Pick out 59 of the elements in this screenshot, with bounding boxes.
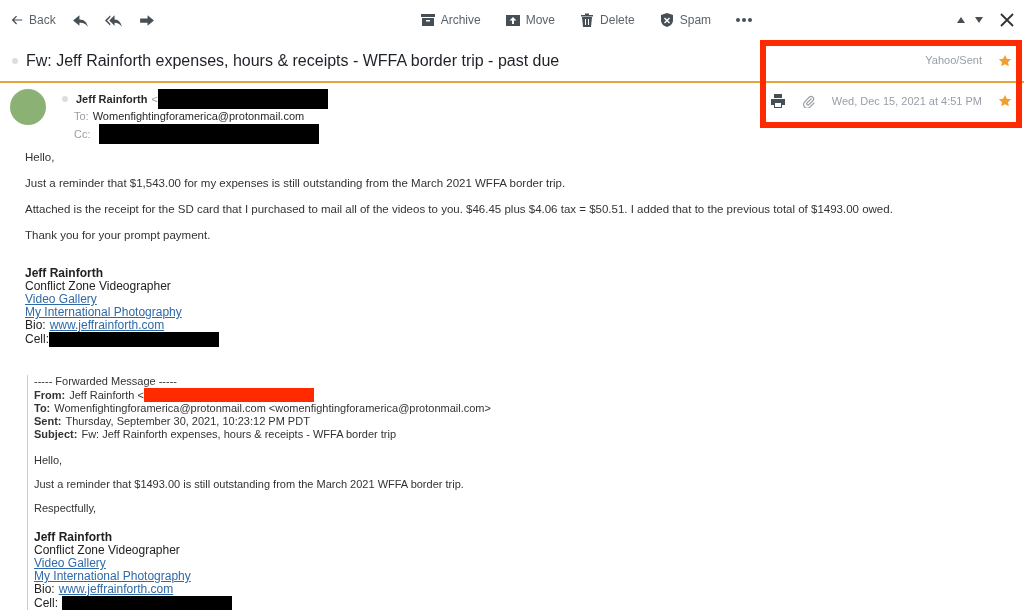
unread-dot[interactable]: [12, 57, 18, 64]
bio-label: Bio:: [34, 582, 55, 596]
shield-icon: [658, 12, 675, 28]
signature-link[interactable]: Video Gallery: [25, 292, 97, 306]
up-caret-icon[interactable]: [956, 16, 966, 24]
header-value: Fw: Jeff Rainforth expenses, hours & receipts - WFFA border trip: [81, 428, 397, 441]
header-label: From:: [34, 388, 66, 402]
status-dot: [62, 96, 68, 102]
body-paragraph: Thank you for your prompt payment.: [25, 228, 212, 243]
signature-title: Conflict Zone Videographer: [25, 280, 172, 293]
body-paragraph: Just a reminder that $1493.00 is still outstanding from the March 2021 WFFA border trip.: [34, 477, 465, 491]
signature-link[interactable]: My International Photography: [34, 569, 191, 583]
signature-name: Jeff Rainforth: [25, 267, 104, 280]
signature-name: Jeff Rainforth: [34, 531, 113, 544]
more-icon[interactable]: [735, 17, 754, 23]
star-icon[interactable]: [998, 53, 1012, 68]
signature-title: Conflict Zone Videographer: [34, 544, 181, 557]
close-icon[interactable]: [1000, 13, 1014, 27]
avatar: [10, 89, 46, 125]
body-paragraph: Hello,: [25, 150, 56, 165]
recipient-address: Womenfightingforamerica@protonmail.com: [92, 110, 305, 122]
back-arrow-icon: [10, 13, 24, 27]
angle-bracket: <: [151, 91, 158, 107]
to-label: To:: [74, 110, 89, 122]
upload-box-icon: [504, 12, 521, 28]
header-label: Sent:: [34, 415, 62, 428]
header-label: To:: [34, 402, 51, 415]
header-label: Subject:: [34, 428, 78, 441]
email-subject: Fw: Jeff Rainforth expenses, hours & receipts - WFFA border trip - past due: [26, 50, 560, 71]
header-value: Womenfightingforamerica@protonmail.com <womenfightingforamerica@protonmail.com>: [54, 402, 491, 415]
header-value: Jeff Rainforth <: [69, 388, 144, 402]
message-date: Wed, Dec 15, 2021 at 4:51 PM: [831, 94, 982, 109]
paperclip-icon[interactable]: [801, 94, 816, 109]
cell-label: Cell:: [34, 597, 58, 610]
delete-button[interactable]: Delete: [579, 11, 635, 29]
body-paragraph: Just a reminder that $1,543.00 for my expenses is still outstanding from the March 2021 WFFA border trip.: [25, 176, 567, 191]
header-value: Thursday, September 30, 2021, 10:23:12 PM PDT: [65, 415, 310, 428]
printer-icon: [769, 93, 786, 110]
archive-button[interactable]: Archive: [419, 11, 481, 29]
signature-link[interactable]: My International Photography: [25, 305, 182, 319]
body-paragraph: Respectfully,: [34, 501, 98, 515]
star-icon[interactable]: [998, 94, 1012, 109]
trash-icon: [579, 12, 596, 28]
cell-label: Cell:: [25, 333, 49, 346]
back-button[interactable]: Back: [10, 11, 56, 29]
down-caret-icon[interactable]: [974, 16, 984, 24]
folder-label: Yahoo/Sent: [925, 53, 982, 69]
forwarded-header: ----- Forwarded Message -----: [34, 375, 178, 388]
bio-label: Bio:: [25, 318, 46, 332]
cc-label: Cc:: [74, 126, 91, 142]
archive-box-icon: [419, 12, 436, 28]
signature-link[interactable]: Video Gallery: [34, 556, 106, 570]
move-button[interactable]: Move: [504, 11, 556, 29]
website-link[interactable]: www.jeffrainforth.com: [58, 582, 174, 596]
sender-name: Jeff Rainforth: [76, 91, 148, 107]
website-link[interactable]: www.jeffrainforth.com: [49, 318, 165, 332]
body-paragraph: Hello,: [34, 453, 64, 467]
spam-button[interactable]: Spam: [658, 11, 712, 29]
body-paragraph: Attached is the receipt for the SD card that I purchased to mail all of the videos to you. $46.45 plus $4.06 tax = $50.51. I added that to the previous total of $1493.00 owed.: [25, 202, 894, 217]
